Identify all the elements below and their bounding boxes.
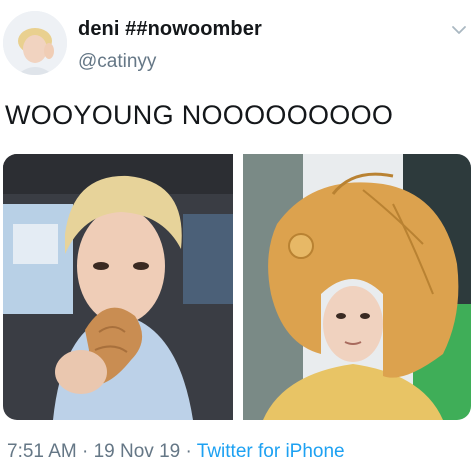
avatar-image <box>3 11 67 75</box>
meta-separator: · <box>180 441 197 462</box>
tweet-time[interactable]: 7:51 AM <box>7 441 77 462</box>
meta-separator: · <box>76 441 94 462</box>
tweet-card: deni ##nowoomber @catinyy WOOYOUNG NOOOO… <box>0 0 474 474</box>
photo-fish-hat[interactable] <box>243 154 471 420</box>
photo-fish-pastry[interactable] <box>3 154 233 420</box>
photo-fish-pastry-image <box>3 154 233 420</box>
tweet-date[interactable]: 19 Nov 19 <box>94 441 181 462</box>
photo-fish-hat-image <box>243 154 471 420</box>
media-grid <box>3 154 471 420</box>
tweet-text: WOOYOUNG NOOOOOOOOO <box>5 100 394 130</box>
chevron-down-icon[interactable] <box>451 22 467 38</box>
avatar[interactable] <box>3 11 67 75</box>
user-handle[interactable]: @catinyy <box>78 51 156 73</box>
display-name[interactable]: deni ##nowoomber <box>78 18 262 41</box>
tweet-source-link[interactable]: Twitter for iPhone <box>197 441 345 462</box>
tweet-meta: 7:51 AM · 19 Nov 19 · Twitter for iPhone <box>7 441 345 463</box>
